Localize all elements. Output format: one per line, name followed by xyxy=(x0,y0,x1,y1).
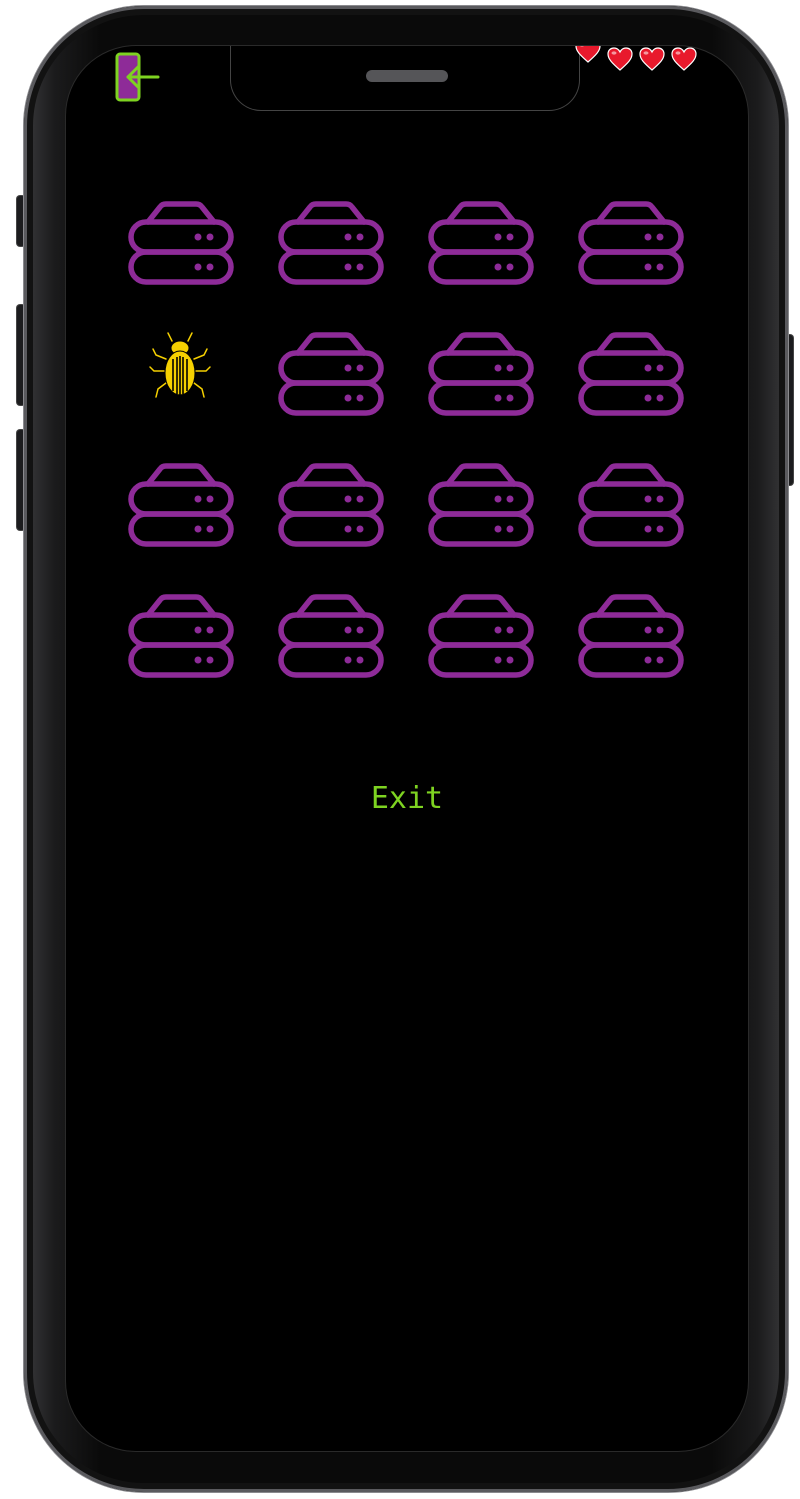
heart-icon xyxy=(606,46,634,72)
server-grid xyxy=(126,198,686,678)
bug-icon[interactable] xyxy=(126,329,236,425)
server-icon[interactable] xyxy=(276,460,386,556)
server-icon[interactable] xyxy=(576,460,686,556)
exit-door-icon[interactable] xyxy=(114,51,162,103)
server-icon[interactable] xyxy=(426,591,536,687)
server-icon[interactable] xyxy=(576,198,686,294)
exit-button[interactable]: Exit xyxy=(66,781,748,816)
server-icon[interactable] xyxy=(276,591,386,687)
server-icon[interactable] xyxy=(276,198,386,294)
server-icon[interactable] xyxy=(126,591,236,687)
heart-icon xyxy=(670,46,698,72)
server-icon[interactable] xyxy=(576,329,686,425)
server-icon[interactable] xyxy=(126,460,236,556)
heart-icon xyxy=(638,46,666,72)
lives-hearts xyxy=(574,46,704,76)
speaker-grille xyxy=(366,70,448,82)
server-icon[interactable] xyxy=(426,329,536,425)
heart-icon xyxy=(574,46,602,64)
game-screen: Exit xyxy=(66,46,748,1451)
server-icon[interactable] xyxy=(426,198,536,294)
server-icon[interactable] xyxy=(426,460,536,556)
server-icon[interactable] xyxy=(276,329,386,425)
page: Exit xyxy=(0,0,800,1499)
server-icon[interactable] xyxy=(126,198,236,294)
server-icon[interactable] xyxy=(576,591,686,687)
notch xyxy=(231,46,579,110)
